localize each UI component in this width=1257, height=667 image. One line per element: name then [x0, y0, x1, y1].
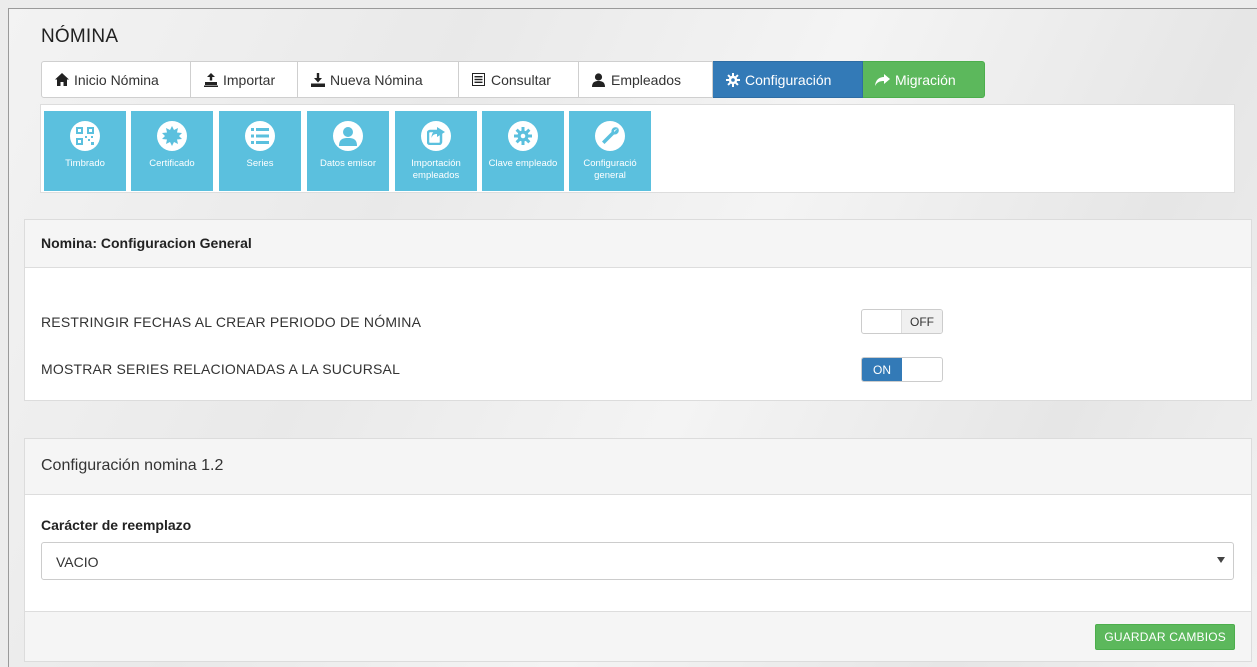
- toggle-state: OFF: [901, 310, 942, 333]
- tab-inicio-nomina[interactable]: Inicio Nómina: [41, 61, 191, 98]
- tile-label: Clave empleado: [488, 158, 558, 169]
- share-icon: [421, 121, 451, 151]
- mostrar-series-toggle[interactable]: ON: [861, 357, 943, 382]
- tile-label: Certificado: [149, 158, 195, 169]
- tile-datos-emisor[interactable]: Datos emisor: [307, 111, 389, 191]
- tab-migracion[interactable]: Migración: [863, 61, 985, 98]
- tab-nueva-nomina[interactable]: Nueva Nómina: [298, 61, 459, 98]
- tab-label: Configuración: [745, 71, 832, 88]
- home-icon: [54, 72, 69, 87]
- user-icon: [591, 72, 606, 87]
- tile-label: Datos emisor: [320, 158, 376, 169]
- tile-label: Timbrado: [65, 158, 105, 169]
- tab-label: Nueva Nómina: [330, 71, 423, 88]
- select-value: VACIO: [56, 554, 99, 570]
- tile-series[interactable]: Series: [219, 111, 301, 191]
- tab-label: Inicio Nómina: [74, 71, 159, 88]
- config-nomina-12-panel: Configuración nomina 1.2 Carácter de ree…: [24, 438, 1252, 662]
- tile-configuracion-general[interactable]: Configuració general: [569, 111, 651, 191]
- tab-label: Migración: [895, 71, 956, 88]
- panel-title: Nomina: Configuracion General: [25, 220, 1251, 268]
- tile-certificado[interactable]: Certificado: [131, 111, 213, 191]
- tab-configuracion[interactable]: Configuración: [713, 61, 863, 98]
- config-shortcut-bar: Timbrado Certificado Series Datos emisor…: [40, 104, 1235, 193]
- nomina-nav-tabs: Inicio Nómina Importar Nueva Nómina Cons…: [41, 61, 985, 99]
- import-icon: [203, 72, 218, 87]
- list-alt-icon: [471, 72, 486, 87]
- caret-down-icon: [1217, 557, 1225, 563]
- save-changes-button[interactable]: GUARDAR CAMBIOS: [1095, 624, 1235, 650]
- tab-consultar[interactable]: Consultar: [459, 61, 579, 98]
- option-label-restringir-fechas: RESTRINGIR FECHAS AL CREAR PERIODO DE NÓ…: [41, 314, 422, 330]
- qrcode-icon: [70, 121, 100, 151]
- tile-importacion-empleados[interactable]: Importación empleados: [395, 111, 477, 191]
- tab-label: Consultar: [491, 71, 551, 88]
- download-icon: [310, 72, 325, 87]
- tab-label: Importar: [223, 71, 276, 88]
- tile-label: Configuració general: [583, 158, 637, 181]
- general-config-panel: Nomina: Configuracion General RESTRINGIR…: [24, 219, 1252, 401]
- tile-clave-empleado[interactable]: Clave empleado: [482, 111, 564, 191]
- user-icon: [333, 121, 363, 151]
- page-title: NÓMINA: [41, 26, 119, 47]
- caracter-reemplazo-select[interactable]: VACIO: [41, 542, 1234, 580]
- panel-footer: GUARDAR CAMBIOS: [25, 611, 1251, 661]
- gear-icon: [725, 72, 740, 87]
- list-icon: [245, 121, 275, 151]
- certificate-icon: [157, 121, 187, 151]
- tab-empleados[interactable]: Empleados: [579, 61, 713, 98]
- share-arrow-icon: [875, 72, 890, 87]
- gear-icon: [508, 121, 538, 151]
- panel-title: Configuración nomina 1.2: [25, 439, 1251, 495]
- tab-label: Empleados: [611, 71, 682, 88]
- tab-importar[interactable]: Importar: [191, 61, 298, 98]
- tile-label: Series: [246, 158, 274, 169]
- tile-timbrado[interactable]: Timbrado: [44, 111, 126, 191]
- wrench-icon: [595, 121, 625, 151]
- caracter-reemplazo-label: Carácter de reemplazo: [41, 517, 192, 533]
- tile-label: Importación empleados: [411, 158, 461, 181]
- option-label-mostrar-series: MOSTRAR SERIES RELACIONADAS A LA SUCURSA…: [41, 361, 401, 377]
- restringir-fechas-toggle[interactable]: OFF: [861, 309, 943, 334]
- toggle-state: ON: [862, 358, 902, 381]
